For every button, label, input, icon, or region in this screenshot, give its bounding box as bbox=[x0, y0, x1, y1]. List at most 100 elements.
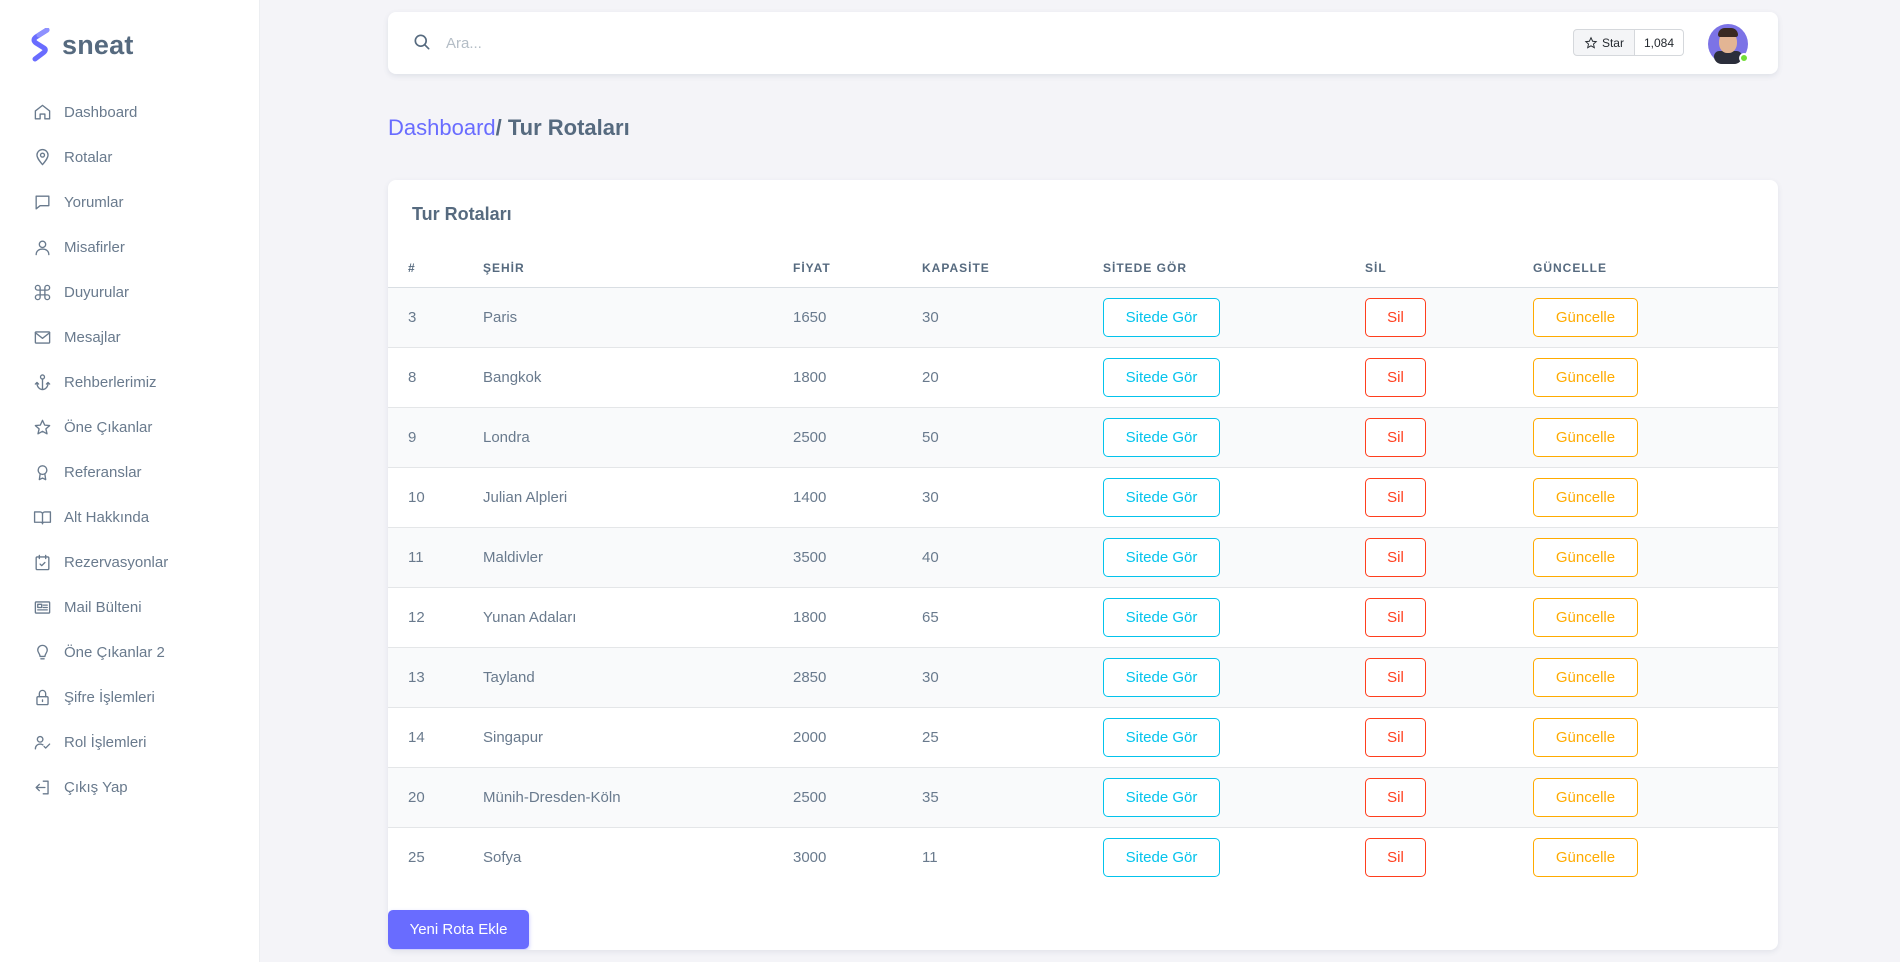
cell-price: 1400 bbox=[793, 467, 922, 528]
delete-button[interactable]: Sil bbox=[1365, 537, 1426, 577]
add-route-button[interactable]: Yeni Rota Ekle bbox=[388, 910, 529, 949]
view-on-site-button[interactable]: Sitede Gör bbox=[1103, 717, 1220, 757]
cell-price: 2850 bbox=[793, 647, 922, 708]
cell-id: 10 bbox=[388, 467, 483, 528]
sidebar-item-one-cikanlar[interactable]: Öne Çıkanlar bbox=[0, 405, 259, 450]
view-on-site-button[interactable]: Sitede Gör bbox=[1103, 837, 1220, 877]
github-star-label: Star bbox=[1601, 35, 1624, 50]
cell-view: Sitede Gör bbox=[1103, 587, 1365, 648]
sidebar-item-cikis-yap[interactable]: Çıkış Yap bbox=[0, 765, 259, 810]
update-button[interactable]: Güncelle bbox=[1533, 477, 1638, 517]
brand[interactable]: sneat bbox=[0, 0, 259, 90]
breadcrumb: Dashboard/ Tur Rotaları bbox=[388, 115, 630, 141]
search-input[interactable] bbox=[446, 34, 646, 52]
sidebar-item-label: Şifre İşlemleri bbox=[64, 689, 155, 706]
delete-button[interactable]: Sil bbox=[1365, 477, 1426, 517]
sidebar-item-label: Öne Çıkanlar 2 bbox=[64, 644, 165, 661]
card-title: Tur Rotaları bbox=[412, 204, 512, 224]
cell-capacity: 65 bbox=[922, 587, 1103, 648]
cell-id: 12 bbox=[388, 587, 483, 648]
sidebar-item-mail-bulteni[interactable]: Mail Bülteni bbox=[0, 585, 259, 630]
cell-city: Tayland bbox=[483, 647, 793, 708]
cell-update: Güncelle bbox=[1533, 467, 1778, 528]
sidebar-item-one-cikanlar-2[interactable]: Öne Çıkanlar 2 bbox=[0, 630, 259, 675]
sidebar-item-misafirler[interactable]: Misafirler bbox=[0, 225, 259, 270]
update-button[interactable]: Güncelle bbox=[1533, 657, 1638, 697]
github-star-count[interactable]: 1,084 bbox=[1634, 29, 1684, 56]
cell-city: Yunan Adaları bbox=[483, 587, 793, 648]
view-on-site-button[interactable]: Sitede Gör bbox=[1103, 357, 1220, 397]
sidebar-item-rotalar[interactable]: Rotalar bbox=[0, 135, 259, 180]
sidebar-item-mesajlar[interactable]: Mesajlar bbox=[0, 315, 259, 360]
update-button[interactable]: Güncelle bbox=[1533, 357, 1638, 397]
cell-city: Bangkok bbox=[483, 347, 793, 408]
sneat-logo-icon bbox=[31, 28, 50, 62]
update-button[interactable]: Güncelle bbox=[1533, 597, 1638, 637]
update-button[interactable]: Güncelle bbox=[1533, 417, 1638, 457]
cell-view: Sitede Gör bbox=[1103, 287, 1365, 348]
cell-update: Güncelle bbox=[1533, 287, 1778, 348]
cell-id: 13 bbox=[388, 647, 483, 708]
column-header-view: SİTEDE GÖR bbox=[1103, 250, 1365, 288]
sidebar-item-yorumlar[interactable]: Yorumlar bbox=[0, 180, 259, 225]
cell-view: Sitede Gör bbox=[1103, 347, 1365, 408]
view-on-site-button[interactable]: Sitede Gör bbox=[1103, 657, 1220, 697]
update-button[interactable]: Güncelle bbox=[1533, 537, 1638, 577]
sidebar-item-alt-hakkinda[interactable]: Alt Hakkında bbox=[0, 495, 259, 540]
delete-button[interactable]: Sil bbox=[1365, 597, 1426, 637]
view-on-site-button[interactable]: Sitede Gör bbox=[1103, 297, 1220, 337]
view-on-site-button[interactable]: Sitede Gör bbox=[1103, 537, 1220, 577]
sidebar-item-sifre-islemleri[interactable]: Şifre İşlemleri bbox=[0, 675, 259, 720]
cell-capacity: 30 bbox=[922, 647, 1103, 708]
update-button[interactable]: Güncelle bbox=[1533, 837, 1638, 877]
sidebar-item-label: Rol İşlemleri bbox=[64, 734, 147, 751]
cell-delete: Sil bbox=[1365, 467, 1533, 528]
cell-delete: Sil bbox=[1365, 287, 1533, 348]
github-star-button[interactable]: Star bbox=[1572, 29, 1635, 56]
breadcrumb-link-dashboard[interactable]: Dashboard bbox=[388, 115, 496, 140]
sidebar-item-rezervasyonlar[interactable]: Rezervasyonlar bbox=[0, 540, 259, 585]
avatar[interactable] bbox=[1708, 24, 1749, 64]
view-on-site-button[interactable]: Sitede Gör bbox=[1103, 777, 1220, 817]
cell-view: Sitede Gör bbox=[1103, 767, 1365, 828]
online-status-badge bbox=[1739, 53, 1749, 63]
update-button[interactable]: Güncelle bbox=[1533, 777, 1638, 817]
page-title: / Tur Rotaları bbox=[495, 115, 630, 140]
sidebar-item-label: Dashboard bbox=[64, 104, 138, 121]
cell-update: Güncelle bbox=[1533, 347, 1778, 408]
update-button[interactable]: Güncelle bbox=[1533, 297, 1638, 337]
command-icon bbox=[32, 283, 52, 303]
view-on-site-button[interactable]: Sitede Gör bbox=[1103, 597, 1220, 637]
delete-button[interactable]: Sil bbox=[1365, 357, 1426, 397]
search-icon[interactable] bbox=[412, 32, 434, 54]
user-check-icon bbox=[32, 733, 52, 753]
cell-update: Güncelle bbox=[1533, 647, 1778, 708]
delete-button[interactable]: Sil bbox=[1365, 837, 1426, 877]
delete-button[interactable]: Sil bbox=[1365, 657, 1426, 697]
view-on-site-button[interactable]: Sitede Gör bbox=[1103, 417, 1220, 457]
sidebar-item-label: Öne Çıkanlar bbox=[64, 419, 153, 436]
cell-id: 14 bbox=[388, 707, 483, 768]
cell-capacity: 11 bbox=[922, 827, 1103, 887]
sidebar-item-rehberlerimiz[interactable]: Rehberlerimiz bbox=[0, 360, 259, 405]
delete-button[interactable]: Sil bbox=[1365, 717, 1426, 757]
sidebar-item-rol-islemleri[interactable]: Rol İşlemleri bbox=[0, 720, 259, 765]
calendar-check-icon bbox=[32, 553, 52, 573]
column-header-delete: SİL bbox=[1365, 250, 1533, 288]
sidebar-item-referanslar[interactable]: Referanslar bbox=[0, 450, 259, 495]
view-on-site-button[interactable]: Sitede Gör bbox=[1103, 477, 1220, 517]
cell-price: 3000 bbox=[793, 827, 922, 887]
sidebar-item-duyurular[interactable]: Duyurular bbox=[0, 270, 259, 315]
sidebar-item-dashboard[interactable]: Dashboard bbox=[0, 90, 259, 135]
table-row: 14 Singapur 2000 25 Sitede Gör Sil Günce… bbox=[388, 707, 1778, 768]
update-button[interactable]: Güncelle bbox=[1533, 717, 1638, 757]
sidebar-item-label: Referanslar bbox=[64, 464, 142, 481]
delete-button[interactable]: Sil bbox=[1365, 417, 1426, 457]
routes-table: # ŞEHİR FİYAT KAPASİTE SİTEDE GÖR SİL GÜ… bbox=[388, 250, 1778, 887]
github-star-widget[interactable]: Star 1,084 bbox=[1572, 29, 1684, 56]
delete-button[interactable]: Sil bbox=[1365, 777, 1426, 817]
cell-delete: Sil bbox=[1365, 707, 1533, 768]
cell-price: 2000 bbox=[793, 707, 922, 768]
cell-update: Güncelle bbox=[1533, 527, 1778, 588]
delete-button[interactable]: Sil bbox=[1365, 297, 1426, 337]
